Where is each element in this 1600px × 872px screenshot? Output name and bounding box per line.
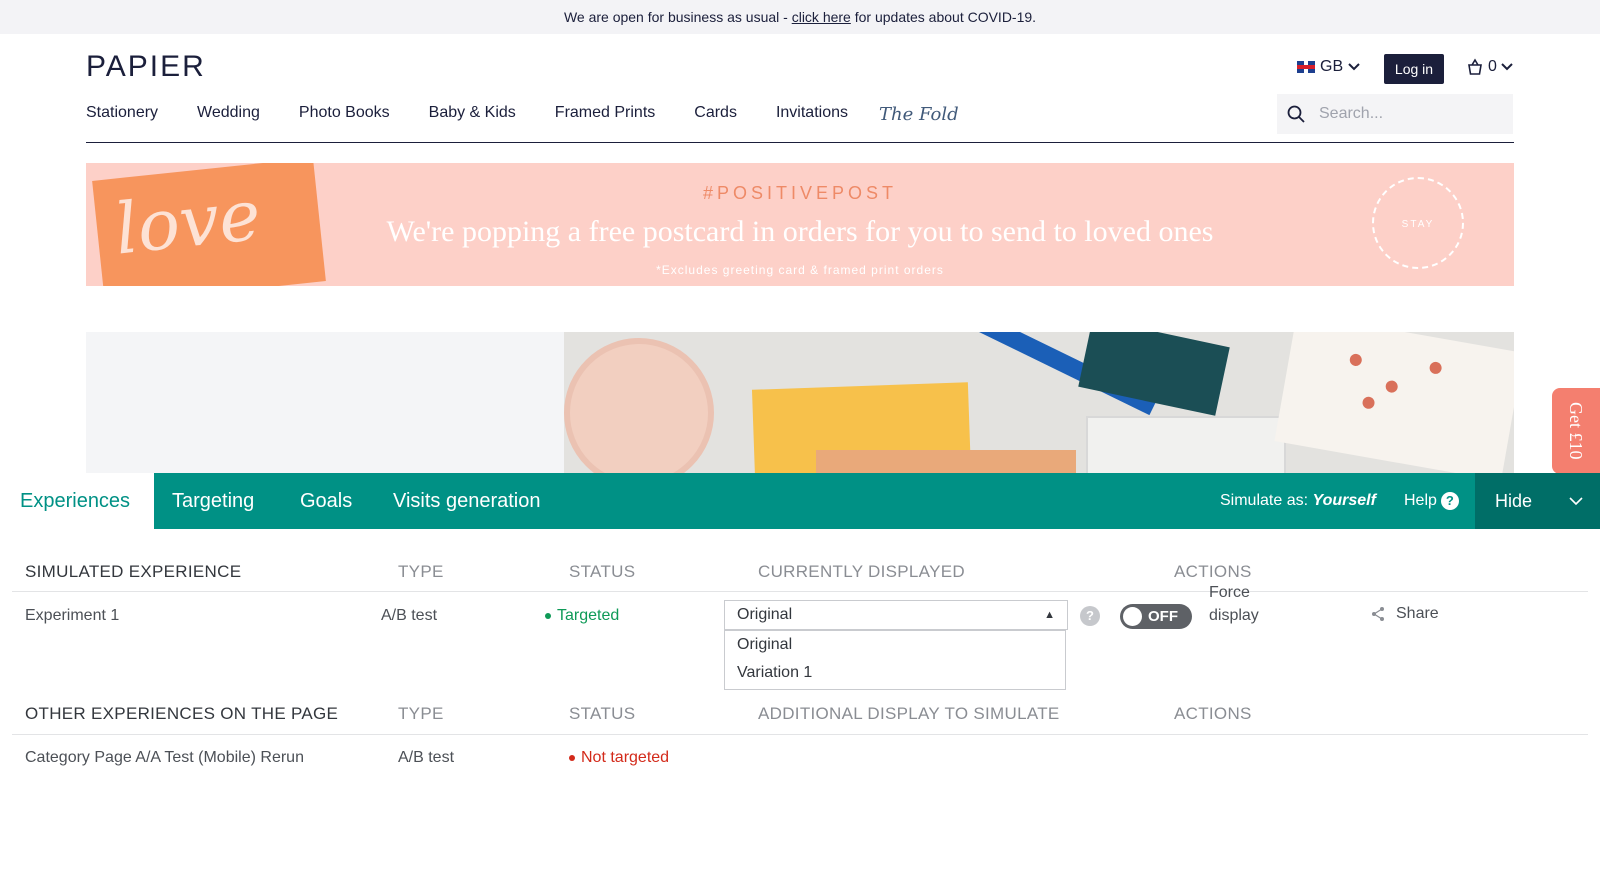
other-experiment-name: Category Page A/A Test (Mobile) Rerun (25, 749, 304, 766)
basket-icon (1468, 58, 1482, 75)
country-selector[interactable]: GB (1297, 58, 1360, 76)
chevron-down-icon (1501, 63, 1513, 71)
share-button[interactable]: Share (1370, 605, 1439, 623)
positive-post-banner[interactable]: love #POSITIVEPOST We're popping a free … (86, 163, 1514, 286)
status-text: Not targeted (581, 749, 670, 766)
main-nav: Stationery Wedding Photo Books Baby & Ki… (86, 104, 959, 125)
header-status: STATUS (569, 562, 636, 581)
search-icon (1287, 105, 1305, 123)
force-label-line2: display (1209, 607, 1259, 624)
hide-label: Hide (1495, 491, 1533, 511)
experience-panel-tabs: Experiences Targeting Goals Visits gener… (0, 473, 1600, 529)
force-display-label: Force display (1209, 581, 1259, 627)
experiment-name: Experiment 1 (25, 607, 120, 624)
search-input[interactable]: Search... (1319, 105, 1383, 123)
cart-count: 0 (1488, 58, 1497, 75)
covid-updates-link[interactable]: click here (792, 9, 851, 25)
question-icon: ? (1440, 491, 1459, 510)
uk-flag-icon (1297, 61, 1315, 73)
hero-text-area (86, 332, 564, 473)
nav-item-framed-prints[interactable]: Framed Prints (555, 104, 655, 125)
nav-item-baby-kids[interactable]: Baby & Kids (429, 104, 516, 125)
force-display-toggle[interactable]: OFF (1120, 604, 1192, 629)
nav-item-the-fold[interactable]: The Fold (879, 104, 959, 125)
variation-select[interactable]: Original ▲ (724, 600, 1068, 630)
nav-item-stationery[interactable]: Stationery (86, 104, 158, 125)
simulate-as[interactable]: Simulate as: Yourself (1220, 473, 1376, 529)
status-text: Targeted (557, 607, 620, 624)
stay-connected-stamp: STAY CONNECTED · SEND LOVE (1372, 177, 1464, 269)
floral-card (1274, 332, 1514, 473)
experiment-type: A/B test (381, 607, 438, 624)
question-icon[interactable]: ? (1080, 606, 1100, 626)
tab-targeting[interactable]: Targeting (172, 473, 254, 529)
variation-select-value: Original (737, 606, 793, 623)
header-status: STATUS (569, 704, 636, 723)
option-original[interactable]: Original (725, 631, 1065, 659)
pink-plate (564, 338, 714, 473)
chevron-down-icon (1348, 63, 1360, 71)
papier-logo[interactable]: PAPIER (86, 50, 206, 84)
status-badge: Not targeted (569, 749, 669, 767)
header-type: TYPE (398, 562, 444, 581)
banner-headline: We're popping a free postcard in orders … (386, 215, 1214, 248)
header-additional-display: ADDITIONAL DISPLAY TO SIMULATE (758, 704, 1060, 723)
help-button[interactable]: Help? (1404, 473, 1459, 529)
announcement-bar: We are open for business as usual - clic… (0, 0, 1600, 34)
header-actions: ACTIONS (1174, 704, 1252, 723)
header-actions: ACTIONS (1174, 562, 1252, 581)
share-icon (1372, 607, 1384, 621)
share-label: Share (1396, 605, 1439, 622)
status-badge: Targeted (545, 607, 619, 625)
force-label-line1: Force (1209, 584, 1250, 601)
nav-divider (86, 142, 1514, 143)
tab-experiences[interactable]: Experiences (0, 473, 154, 529)
nav-item-wedding[interactable]: Wedding (197, 104, 260, 125)
header-divider (12, 591, 1588, 592)
variation-dropdown: Original Variation 1 (724, 630, 1066, 690)
status-dot-icon (569, 754, 575, 761)
banner-note: *Excludes greeting card & framed print o… (656, 263, 944, 277)
patterned-notebook (816, 450, 1076, 473)
caret-up-icon: ▲ (1044, 609, 1055, 621)
help-label: Help (1404, 492, 1437, 509)
header-other-experiences: OTHER EXPERIENCES ON THE PAGE (25, 704, 339, 723)
simulate-as-value: Yourself (1312, 492, 1376, 509)
tab-goals[interactable]: Goals (300, 473, 352, 529)
simulate-as-label: Simulate as: (1220, 492, 1313, 509)
login-button[interactable]: Log in (1384, 54, 1444, 84)
header-currently-displayed: CURRENTLY DISPLAYED (758, 562, 965, 581)
chevron-down-icon (1569, 497, 1583, 506)
nav-item-invitations[interactable]: Invitations (776, 104, 848, 125)
announcement-prefix: We are open for business as usual - (563, 9, 792, 25)
experience-panel: SIMULATED EXPERIENCE TYPE STATUS CURRENT… (0, 529, 1600, 872)
get-10-tab[interactable]: Get £10 (1552, 388, 1600, 474)
hide-button[interactable]: Hide (1475, 473, 1600, 529)
search-box[interactable]: Search... (1277, 94, 1513, 134)
header-type: TYPE (398, 704, 444, 723)
leopard-notebook (1086, 416, 1286, 473)
header-divider (12, 734, 1588, 735)
nav-item-photo-books[interactable]: Photo Books (299, 104, 390, 125)
country-code: GB (1320, 58, 1344, 75)
hero-image (564, 332, 1514, 473)
banner-tag: #POSITIVEPOST (702, 183, 898, 203)
nav-item-cards[interactable]: Cards (694, 104, 737, 125)
other-experiment-type: A/B test (398, 749, 455, 766)
announcement-suffix: for updates about COVID-19. (850, 9, 1037, 25)
header-simulated-experience: SIMULATED EXPERIENCE (25, 562, 242, 581)
tab-visits-generation[interactable]: Visits generation (393, 473, 541, 529)
option-variation-1[interactable]: Variation 1 (725, 659, 1065, 687)
status-dot-icon (545, 612, 551, 619)
cart-button[interactable]: 0 (1466, 58, 1513, 76)
